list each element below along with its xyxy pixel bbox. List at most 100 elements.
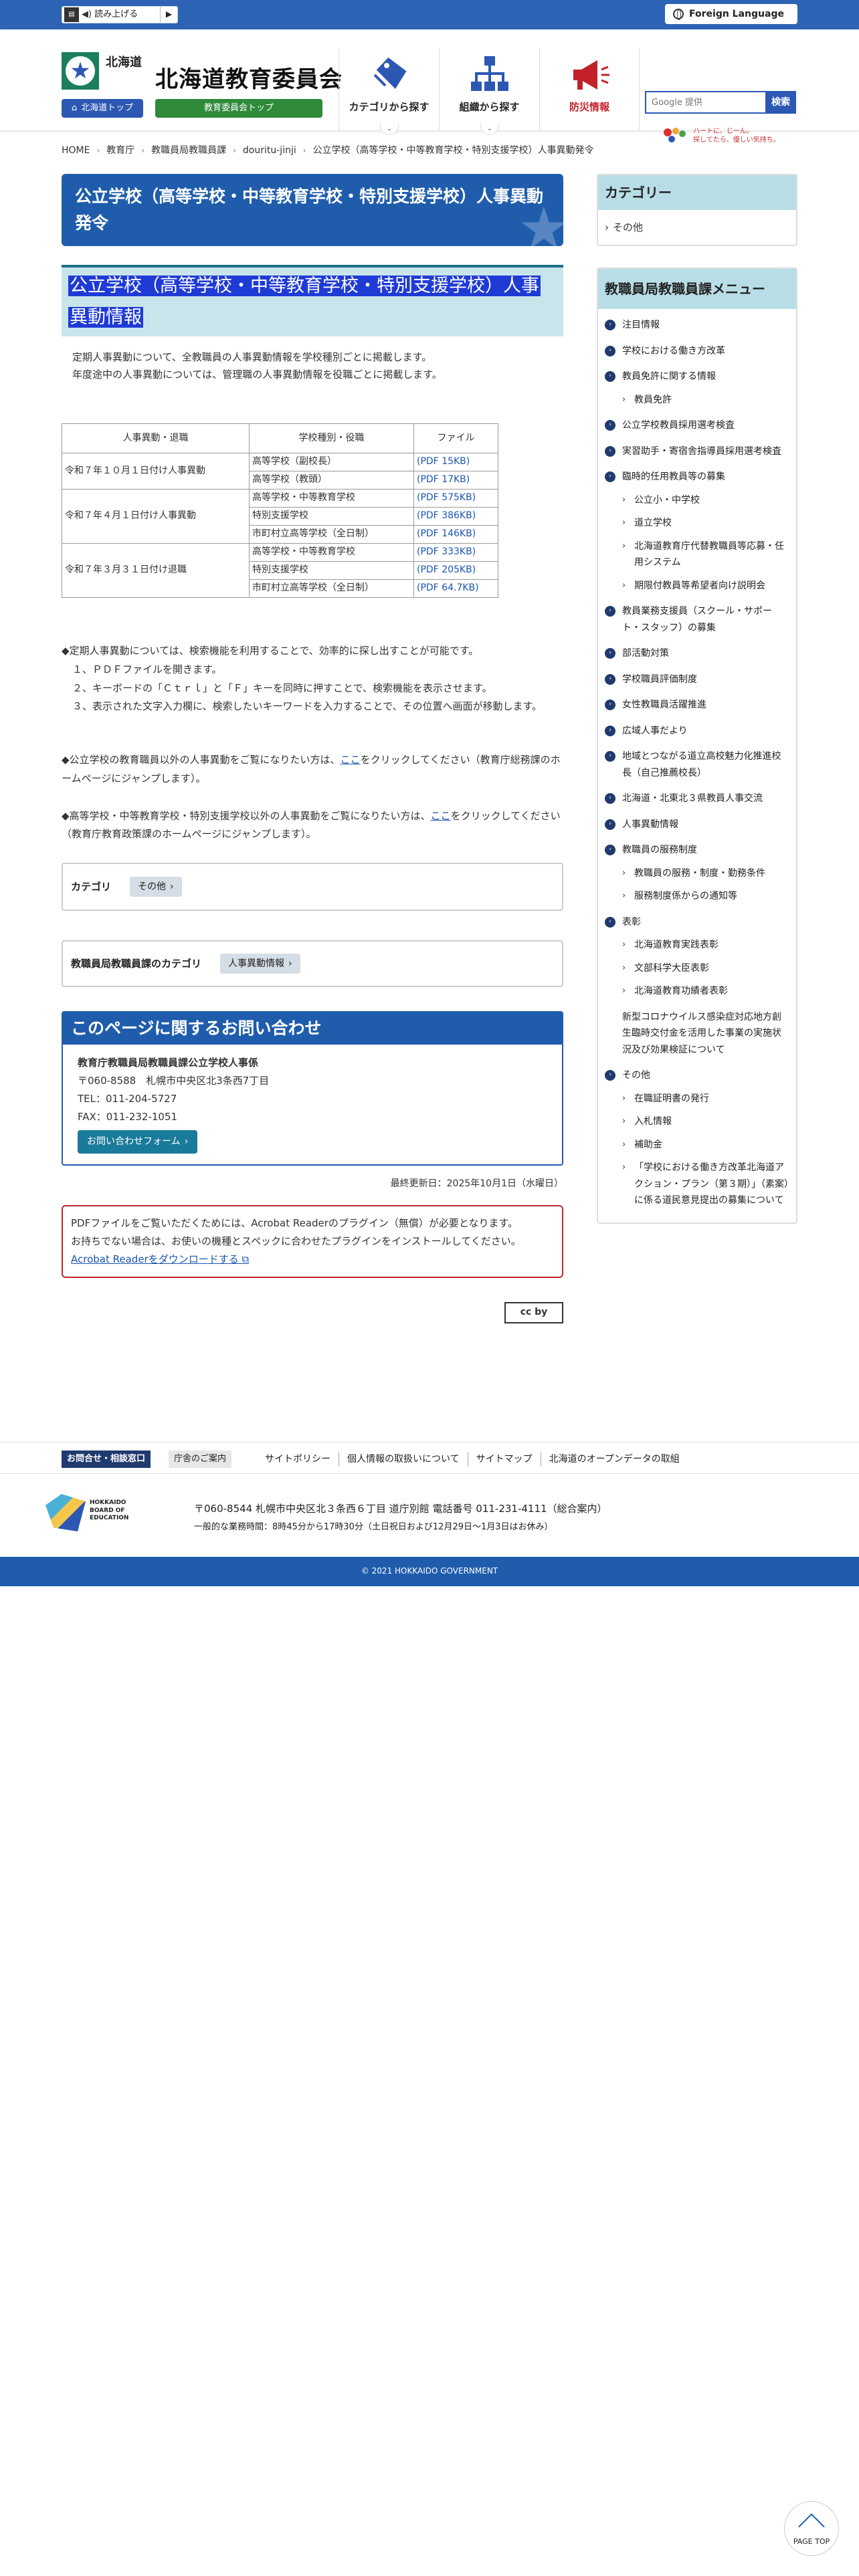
sidebar-submenu-item[interactable]: › 北海道教育功績者表彰 [605, 983, 789, 1000]
sidebar-submenu-item[interactable]: › 公立小・中学校 [605, 492, 789, 509]
pdf-link[interactable]: (PDF 146KB) [417, 528, 476, 539]
sidebar-menu-item[interactable]: › 広域人事だより [605, 723, 789, 740]
sidebar-menu-item[interactable]: › 教職員の服務制度 [605, 842, 789, 859]
sidebar-menu-item[interactable]: › 注目情報 [605, 317, 789, 334]
sidebar-menu-item-label: 表彰 [622, 916, 641, 928]
sidebar-menu-item[interactable]: 新型コロナウイルス感染症対応地方創生臨時交付金を活用した事業の実施状況及び効果検… [605, 1009, 789, 1059]
seisaku-link[interactable]: ここ [431, 810, 451, 822]
pdf-link[interactable]: (PDF 64.7KB) [417, 582, 479, 593]
chevron-circle-icon: › [605, 751, 615, 762]
chevron-right-icon: › [622, 940, 626, 950]
search-instructions: ◆定期人事異動については、検索機能を利用することで、効率的に探し出すことが可能で… [62, 642, 563, 716]
chevron-right-icon: › [184, 1136, 189, 1147]
sidebar-menu-item[interactable]: › 学校における働き方改革 [605, 343, 789, 360]
board-title[interactable]: 北海道教育委員会 [155, 62, 343, 98]
sidebar-menu-item[interactable]: › 表彰 [605, 914, 789, 931]
pdf-link[interactable]: (PDF 575KB) [417, 492, 476, 503]
play-icon[interactable]: ▶ [160, 7, 177, 23]
foreign-language-label: Foreign Language [689, 8, 784, 19]
sidebar-submenu-item[interactable]: › 服務制度係からの通知等 [605, 888, 789, 905]
sidebar-menu-item-label: 教員業務支援員（スクール・サポート・スタッフ）の募集 [622, 606, 772, 633]
sidebar-menu-item[interactable]: › 学校職員評価制度 [605, 671, 789, 688]
hokkaido-top-button[interactable]: ⌂ 北海道トップ [62, 99, 143, 118]
sidebar-submenu-item[interactable]: › 教員免許 [605, 392, 789, 409]
sidebar-submenu-item[interactable]: › 在職証明書の発行 [605, 1091, 789, 1107]
sidebar-submenu-item[interactable]: › 北海道教育庁代替教職員等応募・任用システム [605, 538, 789, 571]
foreign-language-button[interactable]: Foreign Language [665, 4, 797, 24]
sidebar-category-heading: カテゴリー [598, 175, 796, 210]
pdf-link[interactable]: (PDF 333KB) [417, 546, 476, 557]
sidebar-submenu-item[interactable]: › 道立学校 [605, 515, 789, 532]
board-top-button[interactable]: 教育委員会トップ [155, 99, 322, 118]
footer-link-site-policy[interactable]: サイトポリシー [257, 1452, 339, 1467]
external-link-icon: ⧉ [238, 1253, 250, 1265]
sidebar-menu-item[interactable]: › 北海道・北東北３県教員人事交流 [605, 790, 789, 807]
chevron-right-icon: › [622, 1162, 626, 1172]
sidebar-menu-item[interactable]: › 部活動対策 [605, 645, 789, 662]
sidebar-submenu-item[interactable]: › 教職員の服務・制度・勤務条件 [605, 865, 789, 882]
sidebar-submenu-item[interactable]: › 補助金 [605, 1137, 789, 1154]
dept-category-tag[interactable]: 人事異動情報 › [220, 953, 300, 974]
nav-disaster-info[interactable]: 防災情報 [539, 48, 640, 131]
sidebar-menu-item-label: 広域人事だより [622, 725, 688, 736]
nav-organization-toggle-icon[interactable]: ⌄ [480, 123, 499, 135]
chevron-circle-icon: › [605, 700, 615, 710]
chevron-right-icon: › [141, 145, 145, 155]
sidebar-submenu-item-label: 教職員の服務・制度・勤務条件 [634, 867, 765, 879]
sidebar-submenu-item[interactable]: › 北海道教育実践表彰 [605, 937, 789, 954]
org-chart-icon [470, 56, 508, 91]
chevron-circle-icon: › [605, 420, 615, 431]
category-tag[interactable]: その他 › [130, 876, 182, 897]
logo-text-line: BOARD OF [90, 1507, 125, 1514]
footer-link-sitemap[interactable]: サイトマップ [467, 1451, 541, 1467]
sidebar-menu-item[interactable]: › 教員業務支援員（スクール・サポート・スタッフ）の募集 [605, 603, 789, 636]
sidebar-menu-item[interactable]: › 女性教職員活躍推進 [605, 697, 789, 714]
sidebar-menu-item[interactable]: › 教員免許に関する情報 [605, 368, 789, 385]
read-aloud-button[interactable]: ▤ ◀) 読み上げる ▶ [62, 6, 178, 23]
sidebar-menu-item-label: 教員免許に関する情報 [622, 371, 716, 382]
footer-link-open-data[interactable]: 北海道のオープンデータの取組 [540, 1451, 688, 1467]
notice-text: ◆高等学校・中等教育学校・特別支援学校以外の人事異動をご覧になりたい方は、 [62, 809, 431, 822]
sidebar-submenu-item[interactable]: › 「学校における働き方改革北海道アクション・プラン（第３期）」（素案）に係る道民… [605, 1160, 789, 1209]
sidebar-menu-item-label: 新型コロナウイルス感染症対応地方創生臨時交付金を活用した事業の実施状況及び効果検… [622, 1011, 781, 1055]
sidebar-submenu-item[interactable]: › 期限付教員等希望者向け説明会 [605, 578, 789, 595]
nav-category-toggle-icon[interactable]: ⌄ [380, 123, 399, 135]
sidebar-menu-item[interactable]: › 地域とつながる道立高校魅力化推進校長（自己推薦校長） [605, 748, 789, 781]
sidebar-menu-item[interactable]: › 人事異動情報 [605, 817, 789, 833]
breadcrumb-jinji[interactable]: douritu-jinji [243, 143, 296, 158]
read-aloud-label: 読み上げる [94, 9, 138, 19]
pdf-link[interactable]: (PDF 17KB) [417, 474, 470, 485]
category-label: カテゴリ [71, 881, 112, 893]
sidebar-submenu-item[interactable]: › 入札情報 [605, 1113, 789, 1130]
chevron-right-icon: › [605, 221, 609, 233]
sidebar-menu-item[interactable]: › その他 [605, 1067, 789, 1084]
sidebar-menu-item-label: 部活動対策 [622, 648, 669, 659]
table-cell: 高等学校・中等教育学校 [249, 489, 414, 508]
breadcrumb-home[interactable]: HOME [62, 143, 90, 158]
pdf-link[interactable]: (PDF 205KB) [417, 564, 476, 575]
hokkaido-emblem-icon[interactable] [62, 52, 99, 90]
breadcrumb-kyoikucho[interactable]: 教育庁 [106, 143, 134, 158]
breadcrumb-dept[interactable]: 教職員局教職員課 [151, 143, 226, 158]
page-top-button[interactable]: PAGE TOP [784, 2501, 839, 2556]
creative-commons-badge[interactable]: cc by [504, 1301, 563, 1323]
nav-category-search[interactable]: カテゴリから探す [339, 48, 439, 131]
sidebar-menu-item[interactable]: › 臨時的任用教員等の募集 [605, 469, 789, 486]
search-button[interactable]: 検索 [765, 91, 796, 114]
pdf-link[interactable]: (PDF 15KB) [417, 456, 470, 467]
sidebar-menu-item[interactable]: › 実習助手・寄宿舎指導員採用選考検査 [605, 443, 789, 460]
sidebar-submenu-item[interactable]: › 文部科学大臣表彰 [605, 960, 789, 977]
contact-form-button[interactable]: お問い合わせフォーム › [78, 1130, 198, 1154]
pdf-link[interactable]: (PDF 386KB) [417, 510, 476, 521]
soumu-link[interactable]: ここ [341, 754, 361, 766]
footer-link-privacy[interactable]: 個人情報の取扱いについて [339, 1451, 468, 1467]
sidebar-category-item[interactable]: › その他 [598, 210, 796, 245]
sidebar-menu-item-label: 地域とつながる道立高校魅力化推進校長（自己推薦校長） [622, 751, 781, 778]
contact-desk-button[interactable]: お問合せ・相談窓口 [62, 1451, 151, 1468]
search-input[interactable] [645, 91, 765, 114]
chevron-right-icon: › [622, 1139, 626, 1150]
acrobat-download-link[interactable]: Acrobat Readerをダウンロードする ⧉ [71, 1253, 249, 1265]
office-guide-button[interactable]: 庁舎のご案内 [169, 1451, 232, 1468]
sidebar-menu-item[interactable]: › 公立学校教員採用選考検査 [605, 417, 789, 434]
nav-organization-search[interactable]: 組織から探す [439, 48, 539, 131]
